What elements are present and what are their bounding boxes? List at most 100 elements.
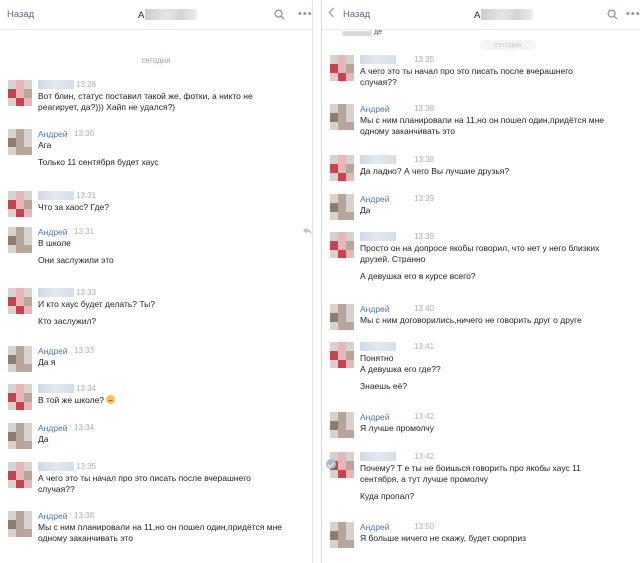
- message-time: 13:38: [414, 155, 435, 164]
- message-text: А чего это ты начал про это писать после…: [38, 473, 251, 483]
- message-time: 13:30: [74, 129, 95, 138]
- author-name[interactable]: Андрей: [38, 346, 68, 356]
- message-text: Знаешь её?: [360, 381, 408, 391]
- back-button[interactable]: Назад: [328, 7, 371, 20]
- message-text: Мы с ним договорились,ничего не говорить…: [360, 315, 582, 325]
- author-name-redacted[interactable]: [360, 342, 396, 351]
- avatar[interactable]: [8, 511, 32, 537]
- message-text: А чего это ты начал про это писать после…: [360, 66, 573, 76]
- scrolled-partial-text: де: [374, 29, 382, 36]
- message-time: 13:39: [414, 194, 435, 203]
- chat-header: Назад А •••: [0, 0, 312, 30]
- message-time: 13:34: [74, 423, 95, 432]
- author-name-redacted[interactable]: [38, 191, 74, 200]
- message-text: Почему? Т е ты не боишься говорить про я…: [360, 463, 581, 473]
- message-text: одному заканчивать это: [360, 126, 455, 136]
- message-text: Да: [38, 434, 49, 444]
- message-text: Кто заслужил?: [38, 316, 97, 326]
- search-icon[interactable]: [274, 9, 285, 20]
- message-text: Куда пропал?: [360, 491, 415, 501]
- avatar[interactable]: [8, 191, 32, 217]
- message-text: Что за хаос? Где?: [38, 202, 109, 212]
- message-time: 13:31: [76, 191, 97, 200]
- author-name-redacted[interactable]: [360, 232, 396, 241]
- message-time: 13:34: [76, 384, 97, 393]
- message-time: 13:33: [76, 288, 97, 297]
- chat-pane-right: Назад А ••• де сегодня 13:35 А чего это т…: [321, 0, 640, 563]
- message-time: 13:35: [76, 462, 97, 471]
- message-text: Просто он на допросе якобы говорил, что …: [360, 243, 600, 253]
- author-name-redacted[interactable]: [360, 55, 396, 64]
- avatar[interactable]: [8, 227, 32, 253]
- back-label: Назад: [7, 9, 35, 20]
- avatar[interactable]: [330, 304, 354, 330]
- message-time: 13:26: [76, 80, 97, 89]
- avatar[interactable]: [8, 423, 32, 449]
- message-text: А девушка его в курсе всего?: [360, 271, 476, 281]
- message-text: Да я: [38, 357, 56, 367]
- avatar[interactable]: [8, 129, 32, 155]
- avatar[interactable]: [330, 55, 354, 81]
- author-name-redacted[interactable]: [38, 288, 74, 297]
- message-text: Вот блин, статус поставил такой же, фотк…: [38, 91, 253, 101]
- author-name-redacted[interactable]: [38, 462, 74, 471]
- author-name[interactable]: Андрей: [360, 412, 390, 422]
- message-time: 13:31: [74, 227, 95, 236]
- message-time: 13:33: [74, 346, 95, 355]
- avatar[interactable]: [330, 194, 354, 220]
- author-name[interactable]: Андрей: [360, 304, 390, 314]
- avatar[interactable]: [8, 462, 32, 488]
- back-button[interactable]: Назад: [7, 9, 34, 20]
- author-name[interactable]: Андрей: [38, 227, 68, 237]
- avatar[interactable]: [330, 342, 354, 368]
- avatar[interactable]: [8, 288, 32, 314]
- message-time: 13:38: [414, 104, 435, 113]
- message-text: А девушка его где??: [360, 364, 441, 374]
- chevron-left-icon: [328, 7, 339, 18]
- author-name[interactable]: Андрей: [360, 194, 390, 204]
- avatar[interactable]: [8, 80, 32, 106]
- avatar[interactable]: [330, 522, 354, 548]
- chat-title[interactable]: А: [138, 9, 198, 21]
- message-text: И кто хаус будет делать? Ты?: [38, 299, 156, 309]
- back-label: Назад: [343, 9, 371, 20]
- avatar[interactable]: [8, 346, 32, 372]
- message-text: случая??: [38, 484, 75, 494]
- author-name[interactable]: Андрей: [38, 129, 68, 139]
- author-name[interactable]: Андрей: [38, 511, 68, 521]
- avatar[interactable]: [330, 232, 354, 258]
- avatar[interactable]: [330, 412, 354, 438]
- day-separator: сегодня: [141, 56, 171, 65]
- message-time: 13:42: [414, 412, 435, 421]
- day-separator: сегодня: [480, 40, 536, 50]
- message-text: сентября, а тут лучше промолчу: [360, 474, 489, 484]
- screenshot-root: Назад А ••• сегодня 13:26 Вот блин, стату…: [0, 0, 640, 563]
- message-text: Ага: [38, 140, 52, 150]
- chat-title-initial: А: [474, 10, 481, 21]
- chat-header: Назад А •••: [322, 0, 640, 30]
- message-text: Я больше ничего не скажу, будет сюрприз: [360, 533, 527, 543]
- chat-title[interactable]: А: [474, 9, 534, 21]
- message-time: 13:42: [414, 452, 435, 461]
- avatar[interactable]: [330, 155, 354, 181]
- message-text: В той же школе?: [38, 395, 302, 406]
- message-text: Мы с ним планировали на 11,но он пошел о…: [38, 522, 283, 532]
- message-text: случая??: [360, 77, 397, 87]
- read-check-icon: [326, 459, 336, 469]
- chat-title-redacted: [145, 9, 198, 20]
- author-name[interactable]: Андрей: [38, 423, 68, 433]
- reply-arrow-icon[interactable]: [303, 227, 312, 235]
- author-name[interactable]: Андрей: [360, 522, 390, 532]
- message-text: Да ладно? А чего Вы лучшие друзья?: [360, 166, 510, 176]
- author-name-redacted[interactable]: [360, 452, 396, 461]
- search-icon[interactable]: [607, 9, 618, 20]
- avatar[interactable]: [330, 104, 354, 130]
- message-time: 13:40: [414, 304, 435, 313]
- avatar[interactable]: [8, 384, 32, 410]
- message-time: 13:35: [414, 55, 435, 64]
- message-time: 13:38: [74, 511, 95, 520]
- author-name-redacted[interactable]: [38, 384, 74, 393]
- author-name[interactable]: Андрей: [360, 104, 390, 114]
- author-name-redacted[interactable]: [38, 80, 74, 89]
- author-name-redacted[interactable]: [360, 155, 396, 164]
